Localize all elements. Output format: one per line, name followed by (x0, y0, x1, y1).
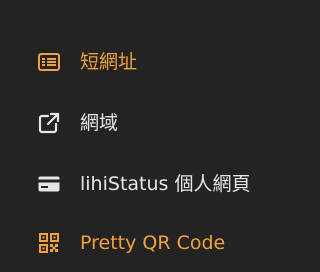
menu-item-short-url[interactable]: 短網址 (38, 46, 137, 78)
list-alt-icon (38, 51, 60, 73)
menu-item-domain[interactable]: 網域 (38, 107, 118, 139)
menu-item-label: Pretty QR Code (80, 232, 226, 254)
menu-item-label: lihiStatus 個人網頁 (80, 173, 251, 195)
credit-card-icon (38, 173, 60, 195)
menu-item-lihistatus-page[interactable]: lihiStatus 個人網頁 (38, 168, 250, 200)
menu-item-label: 網域 (80, 112, 119, 134)
side-menu: 短網址 網域 lihiStatus 個人網頁 Pretty QR Code (0, 0, 300, 272)
external-link-icon (38, 112, 60, 134)
menu-item-label: 短網址 (80, 51, 138, 73)
qr-code-icon (38, 232, 60, 254)
menu-item-pretty-qr-code[interactable]: Pretty QR Code (38, 227, 225, 259)
